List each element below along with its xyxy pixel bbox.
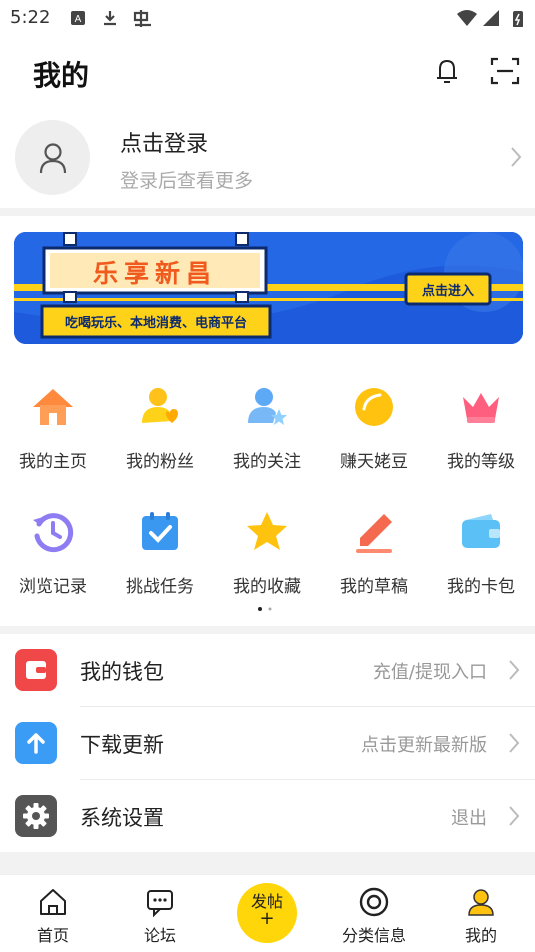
- fans-icon: [142, 388, 178, 423]
- list-item-wallet[interactable]: 我的钱包 充值/提现入口: [0, 634, 535, 706]
- chevron-right-icon: [509, 733, 520, 753]
- grid-label: 我的粉丝: [126, 452, 194, 472]
- divider: [0, 852, 535, 874]
- app-a-icon: A: [71, 11, 85, 25]
- list-item-update[interactable]: 下载更新 点击更新最新版: [0, 707, 535, 779]
- home-icon: [33, 389, 73, 425]
- logout-link[interactable]: 退出: [451, 804, 487, 830]
- forum-icon: [147, 890, 173, 918]
- grid-label: 我的收藏: [233, 577, 301, 597]
- nav-label: 分类信息: [341, 926, 406, 945]
- grid-label: 挑战任务: [126, 577, 194, 597]
- nav-forum[interactable]: 论坛: [120, 886, 200, 946]
- page-title: 我的: [33, 59, 90, 92]
- grid-label: 我的关注: [233, 452, 301, 472]
- page-indicator: [258, 607, 272, 611]
- login-card[interactable]: 点击登录 登录后查看更多: [0, 110, 535, 208]
- grid-item-drafts[interactable]: 我的草稿: [334, 508, 414, 597]
- grid-label: 我的草稿: [340, 577, 408, 597]
- category-icon: [359, 887, 389, 917]
- crown-icon: [463, 393, 499, 423]
- grid-item-level[interactable]: 我的等级: [441, 383, 521, 472]
- wifi-icon: [457, 10, 477, 26]
- nav-category[interactable]: 分类信息: [334, 886, 414, 946]
- list-label: 系统设置: [80, 806, 164, 830]
- list-value: 充值/提现入口: [372, 662, 487, 683]
- card-wallet-icon: [462, 514, 500, 548]
- banner-title: 乐享新昌: [92, 259, 217, 288]
- login-title[interactable]: 点击登录: [120, 126, 208, 158]
- list-label: 下载更新: [80, 733, 164, 757]
- signal-icon: [483, 10, 499, 26]
- grid-item-fans[interactable]: 我的粉丝: [120, 383, 200, 472]
- scan-icon[interactable]: [488, 54, 522, 88]
- pencil-icon: [356, 514, 392, 553]
- nav-mine[interactable]: 我的: [441, 886, 521, 946]
- wallet-icon: [15, 649, 57, 691]
- grid-item-following[interactable]: 我的关注: [227, 383, 307, 472]
- avatar[interactable]: [15, 120, 90, 195]
- bell-icon[interactable]: [430, 54, 464, 88]
- list-label: 我的钱包: [80, 660, 164, 684]
- banner-subtitle: 吃喝玩乐、本地消费、电商平台: [64, 316, 247, 331]
- grid-label: 浏览记录: [19, 577, 87, 597]
- grid-item-tasks[interactable]: 挑战任务: [120, 508, 200, 597]
- grid-item-homepage[interactable]: 我的主页: [13, 383, 93, 472]
- grid-item-favorites[interactable]: 我的收藏: [227, 508, 307, 597]
- grid-item-card-wallet[interactable]: 我的卡包: [441, 508, 521, 597]
- status-time: 5:22: [10, 7, 51, 28]
- nav-label: 我的: [464, 926, 497, 945]
- status-bar: 5:22 A: [0, 0, 535, 38]
- banner-cta[interactable]: 点击进入: [408, 280, 488, 299]
- chevron-right-icon: [511, 147, 522, 167]
- task-icon: [142, 512, 178, 550]
- gear-icon: [15, 795, 57, 837]
- nav-home[interactable]: 首页: [13, 886, 93, 946]
- grid-label: 我的卡包: [447, 577, 515, 597]
- grid-label: 我的主页: [19, 452, 87, 472]
- history-icon: [33, 513, 74, 553]
- home-outline-icon: [40, 889, 66, 915]
- divider: [0, 208, 535, 216]
- post-button[interactable]: 发帖 +: [237, 883, 297, 943]
- grid-label: 赚天姥豆: [340, 452, 408, 472]
- divider: [0, 626, 535, 634]
- grid-item-earn-beans[interactable]: 赚天姥豆: [334, 383, 414, 472]
- bug-icon: [133, 10, 151, 27]
- promo-banner[interactable]: 乐享新昌 吃喝玩乐、本地消费、电商平台 点击进入: [14, 232, 523, 344]
- download-icon: [104, 11, 116, 26]
- grid-label: 我的等级: [447, 452, 515, 472]
- user-filled-icon: [468, 889, 494, 916]
- svg-text:A: A: [75, 14, 82, 25]
- bean-icon: [355, 388, 393, 426]
- nav-label: 首页: [36, 926, 69, 945]
- upload-arrow-icon: [15, 722, 57, 764]
- user-icon: [39, 143, 67, 174]
- plus-icon: +: [259, 908, 275, 929]
- follow-icon: [248, 388, 287, 425]
- battery-icon: [513, 11, 523, 27]
- chevron-right-icon: [509, 806, 520, 826]
- list-item-settings[interactable]: 系统设置 退出: [0, 780, 535, 852]
- chevron-right-icon: [509, 660, 520, 680]
- login-subtitle: 登录后查看更多: [120, 170, 254, 192]
- star-icon: [247, 512, 287, 550]
- grid-item-history[interactable]: 浏览记录: [13, 508, 93, 597]
- nav-label: 论坛: [143, 926, 176, 945]
- list-value: 点击更新最新版: [361, 735, 487, 756]
